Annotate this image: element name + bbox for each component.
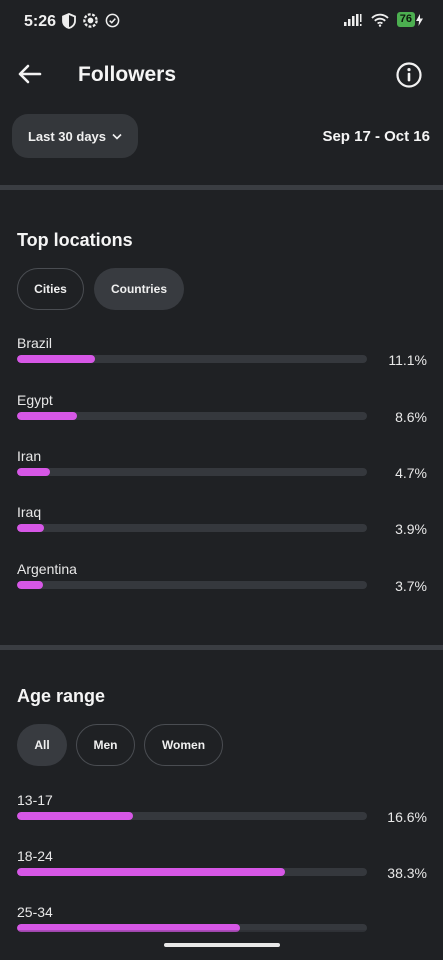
charging-bolt-icon [416, 13, 423, 26]
date-range-dropdown[interactable]: Last 30 days [12, 114, 138, 158]
location-bar-fill [17, 581, 43, 589]
tab-all[interactable]: All [17, 724, 67, 766]
age-range-label: 18-24 [17, 848, 53, 864]
tab-cities-label: Cities [34, 282, 67, 296]
top-locations-title: Top locations [17, 230, 133, 250]
location-name: Brazil [17, 335, 53, 351]
location-percent: 3.9% [395, 521, 427, 537]
location-bar-track [17, 524, 367, 532]
location-bar-track [17, 581, 367, 589]
arrow-left-icon[interactable] [14, 58, 46, 90]
age-row: 18-24 38.3% [17, 848, 431, 892]
section-divider [0, 185, 443, 190]
tab-men-label: Men [93, 738, 118, 752]
tab-countries-label: Countries [110, 282, 167, 296]
age-bar-track [17, 812, 367, 820]
location-name: Egypt [17, 392, 53, 408]
location-row: Argentina 3.7% [17, 561, 431, 605]
age-range-label: 25-34 [17, 904, 53, 920]
check-circle-icon [105, 13, 120, 28]
tab-cities[interactable]: Cities [17, 268, 84, 310]
location-row: Brazil 11.1% [17, 335, 431, 379]
location-bar-track [17, 412, 367, 420]
tab-all-label: All [34, 738, 50, 752]
age-range-label: 13-17 [17, 792, 53, 808]
page-title: Followers [78, 63, 177, 86]
age-bar-fill [17, 868, 286, 876]
section-divider [0, 645, 443, 650]
location-percent: 11.1% [388, 352, 427, 368]
location-percent: 4.7% [395, 465, 427, 481]
age-range-title: Age range [17, 686, 106, 706]
tab-men[interactable]: Men [76, 724, 135, 766]
status-time: 5:26 [24, 13, 57, 30]
status-icons-right: 76 [343, 12, 423, 27]
top-app-bar: Followers [0, 44, 443, 108]
age-row: 13-17 16.6% [17, 792, 431, 836]
wifi-icon [371, 13, 389, 27]
chevron-down-icon [112, 133, 122, 140]
age-percent: 16.6% [387, 809, 427, 825]
battery-icon: 76 [396, 12, 423, 27]
location-percent: 8.6% [395, 409, 427, 425]
date-range-dropdown-label: Last 30 days [27, 128, 107, 144]
location-name: Iraq [17, 504, 42, 520]
location-percent: 3.7% [395, 578, 427, 594]
battery-level: 76 [396, 12, 415, 27]
status-icons-left [62, 12, 120, 29]
age-percent: 38.3% [387, 865, 427, 881]
age-bar-fill [17, 812, 134, 820]
age-bar-track [17, 868, 367, 876]
location-name: Argentina [17, 561, 77, 577]
signal-icon [343, 13, 362, 26]
location-name: Iran [17, 448, 42, 464]
settings-gear-icon [83, 13, 98, 28]
location-row: Iraq 3.9% [17, 504, 431, 548]
location-bar-fill [17, 524, 45, 532]
location-bar-fill [17, 355, 95, 363]
info-icon[interactable] [395, 61, 423, 89]
location-bar-track [17, 468, 367, 476]
tab-women[interactable]: Women [144, 724, 223, 766]
tab-women-label: Women [161, 738, 206, 752]
location-row: Egypt 8.6% [17, 392, 431, 436]
tab-countries[interactable]: Countries [94, 268, 184, 310]
location-bar-fill [17, 468, 50, 476]
date-range-text: Sep 17 - Oct 16 [322, 128, 430, 145]
location-bar-track [17, 355, 367, 363]
location-row: Iran 4.7% [17, 448, 431, 492]
status-bar: 5:26 76 [0, 0, 443, 44]
shield-icon [62, 12, 76, 29]
home-indicator[interactable] [164, 943, 280, 947]
location-bar-fill [17, 412, 78, 420]
